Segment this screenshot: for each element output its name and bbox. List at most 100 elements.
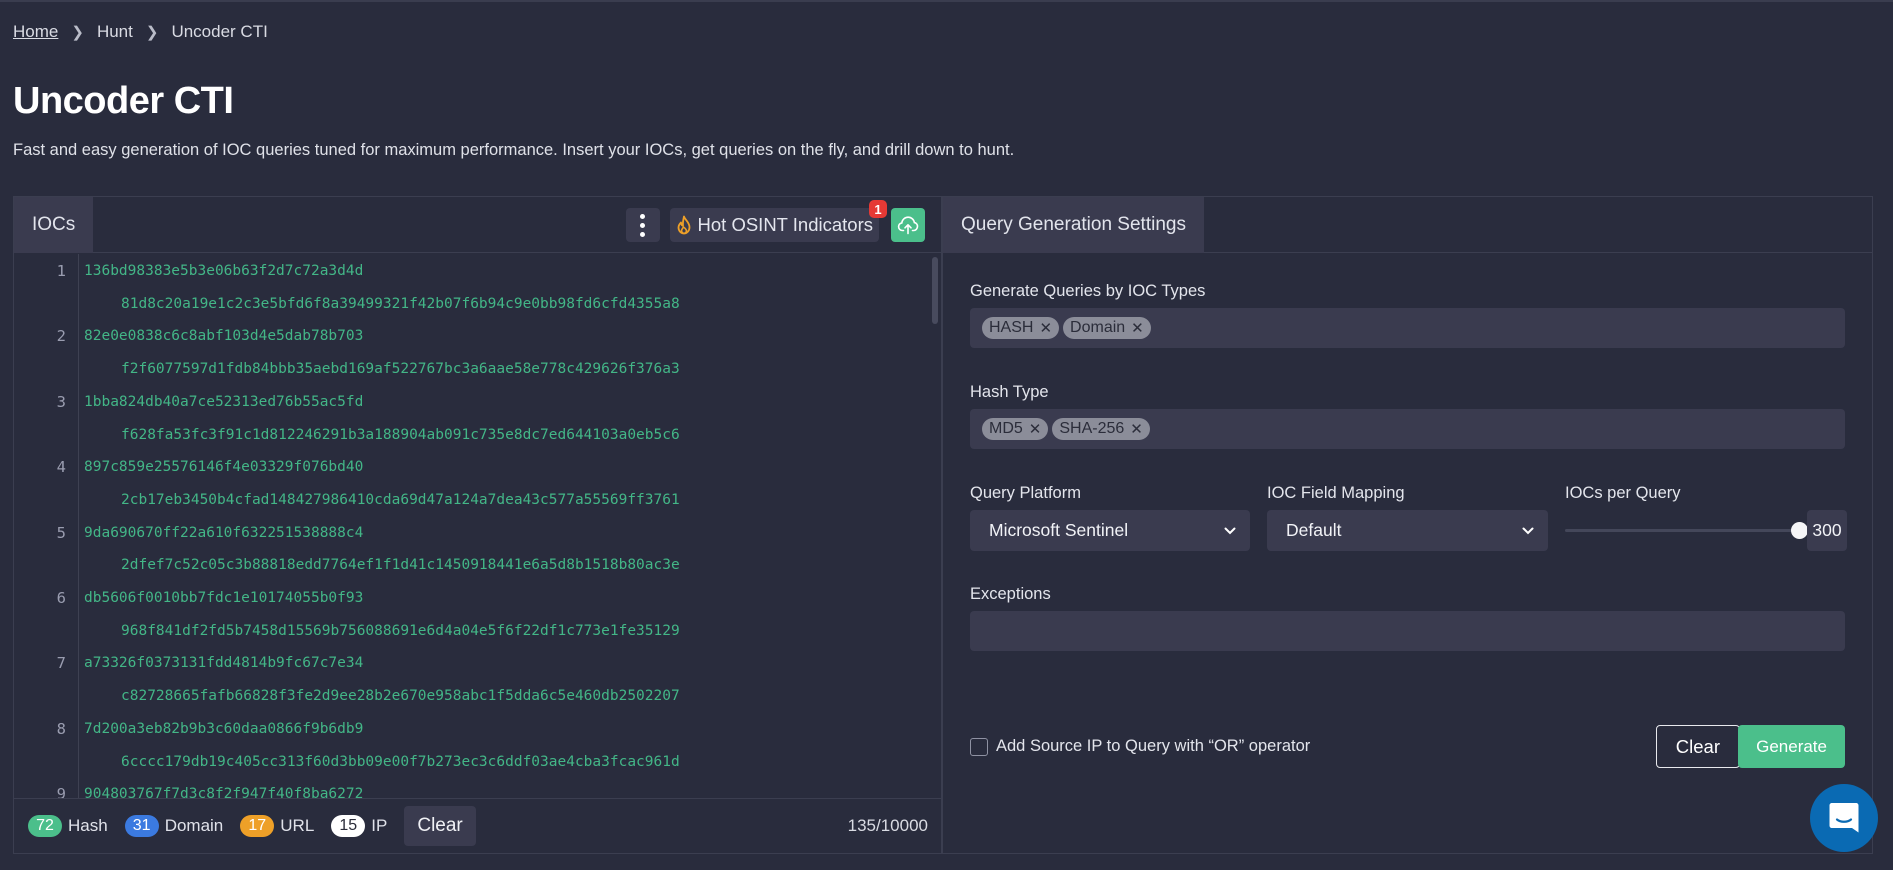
ioc-value: 897c859e25576146f4e03329f076bd40 [84, 459, 364, 476]
code-line[interactable]: 9 904803767f7d3c8f2f947f40f8ba6272 [14, 778, 941, 798]
chip-domain: Domain ✕ [1063, 317, 1151, 339]
code-line[interactable]: 2dfef7c52c05c3b88818edd7764ef1f1d41c1450… [14, 549, 941, 581]
ip-count-pill: 15 [331, 815, 366, 837]
iocs-per-query-value[interactable]: 300 [1807, 510, 1847, 551]
settings-panel-header: Query Generation Settings [943, 197, 1872, 253]
ioc-value: c82728665fafb66828f3fe2d9ee28b2e670e958a… [121, 688, 680, 705]
code-line[interactable]: 3 1bba824db40a7ce52313ed76b55ac5fd [14, 386, 941, 418]
code-line[interactable]: 81d8c20a19e1c2c3e5bfd6f8a39499321f42b07f… [14, 288, 941, 320]
settings-panel: Query Generation Settings Generate Queri… [942, 196, 1873, 854]
code-line[interactable]: f2f6077597d1fdb84bbb35aebd169af522767bc3… [14, 353, 941, 385]
ioc-value: 2dfef7c52c05c3b88818edd7764ef1f1d41c1450… [121, 557, 680, 574]
code-line[interactable]: 2cb17eb3450b4cfad148427986410cda69d47a12… [14, 484, 941, 516]
slider-track[interactable] [1565, 529, 1799, 532]
line-number: 2 [56, 327, 66, 346]
ioc-value: 136bd98383e5b3e06b63f2d7c72a3d4d [84, 263, 364, 279]
code-line[interactable]: 4 897c859e25576146f4e03329f076bd40 [14, 451, 941, 483]
vertical-dots-icon-dot [640, 222, 646, 228]
chevron-down-icon [1522, 527, 1534, 534]
hash-type-label: Hash Type [970, 383, 1049, 401]
generate-button[interactable]: Generate [1738, 725, 1845, 768]
code-line[interactable]: 7 a73326f0373131fdd4814b9fc67c7e34 [14, 647, 941, 679]
close-icon[interactable]: ✕ [1131, 319, 1144, 337]
close-icon[interactable]: ✕ [1039, 319, 1052, 337]
field-mapping-label: IOC Field Mapping [1267, 484, 1405, 502]
hash-type-multiselect[interactable]: MD5 ✕ SHA-256 ✕ [970, 409, 1845, 449]
query-platform-select[interactable]: Microsoft Sentinel [970, 510, 1250, 551]
domain-count-pill: 31 [124, 815, 159, 837]
exceptions-label: Exceptions [970, 585, 1051, 603]
code-line[interactable]: c82728665fafb66828f3fe2d9ee28b2e670e958a… [14, 680, 941, 712]
line-number: 6 [56, 589, 66, 607]
close-icon[interactable]: ✕ [1130, 420, 1143, 438]
iocs-per-query-label: IOCs per Query [1565, 484, 1681, 502]
stat-label: URL [280, 816, 315, 835]
chat-widget-button[interactable] [1810, 784, 1878, 852]
stat-label: IP [371, 816, 388, 835]
field-mapping-select[interactable]: Default [1267, 510, 1548, 551]
cloud-upload-icon [897, 216, 919, 235]
code-line[interactable]: 8 7d200a3eb82b9b3c60daa0866f9b6db9 [14, 713, 941, 745]
hot-osint-indicators-button[interactable]: Hot OSINT Indicators 1 [669, 200, 887, 242]
editor-scrollbar[interactable] [932, 257, 938, 324]
tab-query-generation-settings[interactable]: Query Generation Settings [943, 197, 1204, 253]
code-line[interactable]: 2 82e0e0838c6c8abf103d4e5dab78b703 [14, 320, 941, 352]
slider-thumb[interactable] [1791, 522, 1808, 539]
source-ip-option[interactable]: Add Source IP to Query with “OR” operato… [970, 737, 1310, 756]
field-mapping-value: Default [1286, 520, 1342, 540]
clear-settings-button[interactable]: Clear [1655, 725, 1740, 768]
iocs-toolbar: Hot OSINT Indicators 1 [625, 200, 925, 242]
clear-iocs-button[interactable]: Clear [404, 806, 476, 846]
chevron-down-icon [1224, 527, 1236, 534]
line-number: 9 [56, 785, 66, 798]
line-number: 4 [56, 458, 66, 477]
flame-icon [677, 215, 690, 235]
stat-label: Domain [164, 816, 224, 835]
breadcrumb: Home ❯ Hunt ❯ Uncoder CTI [13, 22, 268, 42]
ioc-value: 6cccc179db19c405cc313f60d3bb09e00f7b273e… [121, 753, 680, 770]
upload-button[interactable] [891, 208, 925, 242]
iocs-panel: IOCs Hot OSINT Indicators 1 1 136bd98383… [13, 196, 942, 854]
code-line[interactable]: 968f841df2fd5b7458d15569b756088691e6d4a0… [14, 615, 941, 647]
ioc-value: 1bba824db40a7ce52313ed76b55ac5fd [84, 393, 364, 410]
code-line[interactable]: 6cccc179db19c405cc313f60d3bb09e00f7b273e… [14, 746, 941, 778]
tab-iocs[interactable]: IOCs [14, 197, 94, 253]
hash-count-pill: 72 [28, 815, 62, 837]
code-line[interactable]: f628fa53fc3f91c1d812246291b3a188904ab091… [14, 419, 941, 451]
code-line[interactable]: 1 136bd98383e5b3e06b63f2d7c72a3d4d [14, 255, 941, 287]
url-count-pill: 17 [240, 815, 275, 837]
source-ip-checkbox[interactable] [970, 737, 988, 756]
chevron-right-icon: ❯ [71, 24, 84, 41]
exceptions-input[interactable] [970, 611, 1845, 651]
breadcrumb-hunt[interactable]: Hunt [97, 22, 133, 42]
vertical-dots-icon [640, 213, 646, 219]
ioc-types-multiselect[interactable]: HASH ✕ Domain ✕ [970, 308, 1845, 348]
vertical-dots-icon-dot [640, 231, 646, 237]
line-number: 5 [56, 523, 66, 542]
ioc-value: 2cb17eb3450b4cfad148427986410cda69d47a12… [121, 491, 680, 508]
more-options-button[interactable] [625, 208, 660, 242]
stat-url: 17 URL [240, 815, 314, 837]
ioc-value: f2f6077597d1fdb84bbb35aebd169af522767bc3… [121, 361, 680, 378]
code-line[interactable]: 5 9da690670ff22a610f632251538888c4 [14, 517, 941, 549]
breadcrumb-home[interactable]: Home [13, 22, 58, 42]
chip-hash: HASH ✕ [982, 317, 1060, 339]
source-ip-label: Add Source IP to Query with “OR” operato… [996, 737, 1311, 755]
ioc-stats-footer: 72 Hash 31 Domain 17 URL 15 IP Clear 135… [14, 798, 941, 853]
stat-domain: 31 Domain [124, 815, 224, 837]
ioc-value: db5606f0010bb7fdc1e10174055b0f93 [84, 590, 364, 606]
stat-label: Hash [68, 816, 108, 835]
page-title: Uncoder CTI [13, 80, 234, 122]
ioc-value: 7d200a3eb82b9b3c60daa0866f9b6db9 [84, 720, 364, 737]
ioc-value: 82e0e0838c6c8abf103d4e5dab78b703 [84, 328, 364, 345]
iocs-per-query-slider[interactable]: 300 [1565, 510, 1847, 551]
ioc-editor[interactable]: 1 136bd98383e5b3e06b63f2d7c72a3d4d 81d8c20… [14, 254, 941, 798]
chip-label: HASH [989, 319, 1034, 336]
chip-label: Domain [1070, 319, 1126, 336]
code-line[interactable]: 6 db5606f0010bb7fdc1e10174055b0f93 [14, 582, 941, 614]
line-number: 7 [56, 654, 66, 673]
ioc-value: 904803767f7d3c8f2f947f40f8ba6272 [84, 786, 364, 798]
close-icon[interactable]: ✕ [1029, 420, 1042, 438]
ioc-types-label: Generate Queries by IOC Types [970, 282, 1206, 300]
ioc-value: a73326f0373131fdd4814b9fc67c7e34 [84, 655, 364, 672]
